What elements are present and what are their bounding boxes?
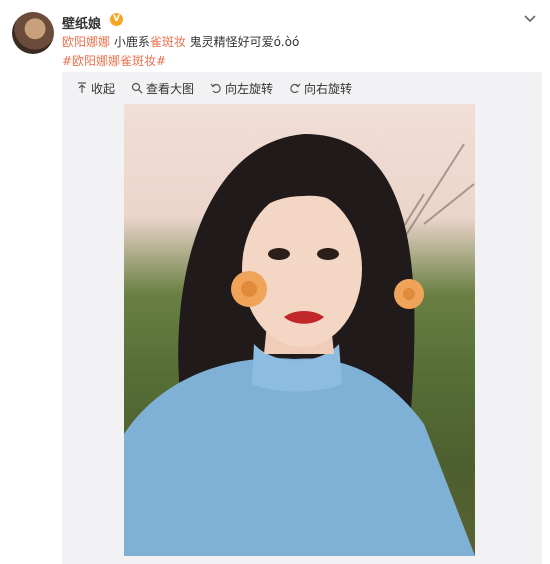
rotate-left-button[interactable]: 向左旋转 [210, 80, 273, 97]
username[interactable]: 壁纸娘 [62, 13, 101, 32]
portrait-illustration [124, 134, 475, 556]
rotate-right-button[interactable]: 向右旋转 [289, 80, 352, 97]
collapse-label: 收起 [91, 81, 116, 96]
avatar[interactable] [12, 12, 54, 54]
weibo-post: 壁纸娘 V 欧阳娜娜 小鹿系雀斑妆 鬼灵精怪好可爱ó.òó #欧阳娜娜雀斑妆# … [0, 0, 550, 564]
keyword-highlight: 雀斑妆 [149, 35, 186, 49]
media-panel: 收起 查看大图 向左旋转 向右旋转 [62, 72, 542, 564]
post-photo[interactable] [124, 104, 475, 556]
magnifier-icon [131, 82, 143, 94]
post-text-b: 鬼灵精怪好可爱ó.òó [185, 35, 300, 49]
collapse-icon [78, 82, 86, 93]
chevron-down-icon[interactable] [522, 10, 538, 26]
post-text: 欧阳娜娜 小鹿系雀斑妆 鬼灵精怪好可爱ó.òó [62, 33, 299, 50]
view-large-button[interactable]: 查看大图 [131, 80, 194, 97]
hashtag-link[interactable]: #欧阳娜娜雀斑妆# [62, 52, 166, 69]
rotate-right-label: 向右旋转 [304, 81, 353, 96]
mention-link[interactable]: 欧阳娜娜 [62, 35, 110, 49]
view-large-label: 查看大图 [146, 81, 195, 96]
rotate-left-label: 向左旋转 [225, 81, 274, 96]
rotate-left-icon [210, 83, 221, 94]
collapse-button[interactable]: 收起 [76, 80, 115, 97]
media-toolbar: 收起 查看大图 向左旋转 向右旋转 [62, 72, 542, 104]
rotate-right-icon [290, 83, 301, 94]
post-text-a: 小鹿系 [110, 35, 150, 49]
verified-badge-icon: V [110, 13, 123, 26]
